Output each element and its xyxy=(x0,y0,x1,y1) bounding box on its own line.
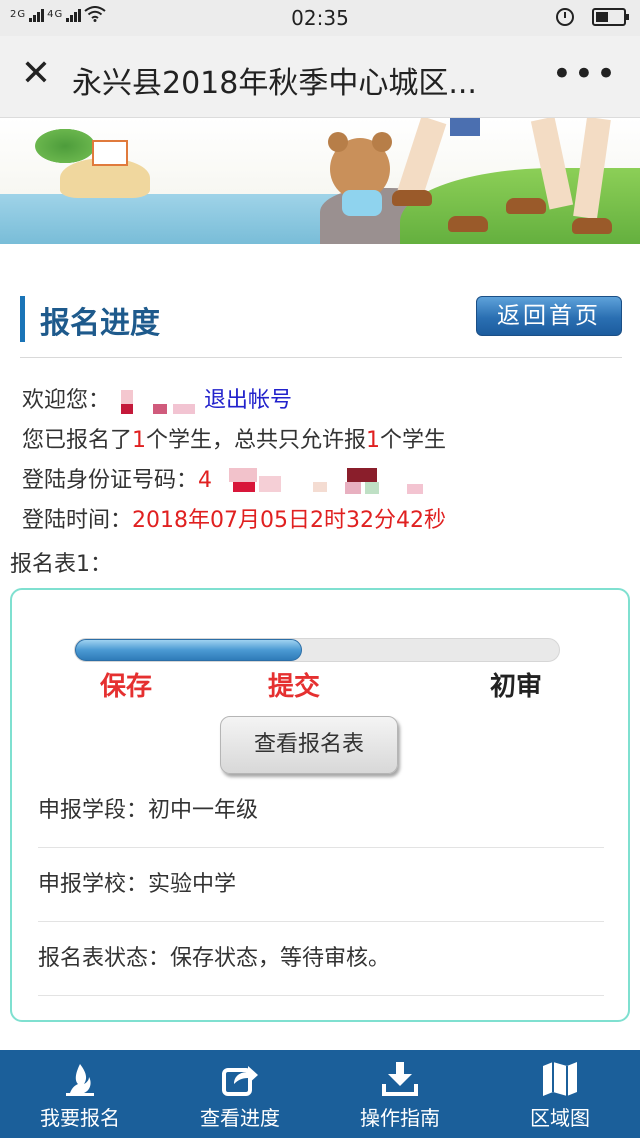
grade-value: 初中一年级 xyxy=(148,798,259,823)
banner-shorts xyxy=(450,118,480,136)
registration-count-line: 您已报名了1个学生，总共只允许报1个学生 xyxy=(22,422,446,454)
step-initial-review: 初审 xyxy=(490,672,543,702)
nav-progress-label: 查看进度 xyxy=(200,1106,280,1130)
share-icon xyxy=(222,1066,258,1096)
grade-label: 申报学段： xyxy=(38,798,149,823)
redacted-username xyxy=(117,390,197,414)
header-banner-image xyxy=(0,118,640,244)
login-time-label: 登陆时间： xyxy=(22,508,133,533)
form-label: 报名表1： xyxy=(10,552,112,577)
more-options-button[interactable]: ••• xyxy=(552,54,618,94)
step-save: 保存 xyxy=(100,672,153,702)
welcome-label: 欢迎您： xyxy=(22,388,111,413)
nav-guide[interactable]: 操作指南 xyxy=(320,1050,480,1138)
registration-form-card: 保存 提交 初审 查看报名表 申报学段：初中一年级 申报学校：实验中学 报名表状… xyxy=(10,588,630,1022)
school-value: 实验中学 xyxy=(148,872,237,897)
status-bar: 2G 4G 02:35 xyxy=(0,0,640,36)
id-label: 登陆身份证号码： xyxy=(22,468,199,493)
banner-shoe xyxy=(448,216,488,232)
banner-shoe xyxy=(392,190,432,206)
map-icon xyxy=(543,1062,577,1096)
registered-count: 1 xyxy=(132,428,147,453)
view-form-button[interactable]: 查看报名表 xyxy=(220,716,398,774)
banner-shoe xyxy=(506,198,546,214)
section-header: 报名进度 返回首页 xyxy=(20,292,622,358)
login-time-line: 登陆时间：2018年07月05日2时32分42秒 xyxy=(22,502,446,534)
redacted-id-number xyxy=(219,468,449,494)
school-label: 申报学校： xyxy=(38,872,149,897)
nav-register-label: 我要报名 xyxy=(40,1106,120,1130)
nav-register[interactable]: 我要报名 xyxy=(0,1050,160,1138)
count-suffix: 个学生 xyxy=(380,428,447,453)
logout-link[interactable]: 退出帐号 xyxy=(204,388,292,413)
section-accent-bar xyxy=(20,296,25,342)
nav-map[interactable]: 区域图 xyxy=(480,1050,640,1138)
allowed-count: 1 xyxy=(366,428,381,453)
status-right-icons xyxy=(556,8,629,26)
step-submit: 提交 xyxy=(268,672,321,702)
id-visible-prefix: 4 xyxy=(198,468,213,493)
banner-hut xyxy=(92,140,128,166)
page-title: 永兴县2018年秋季中心城区... xyxy=(72,66,477,101)
form-row-grade: 申报学段：初中一年级 xyxy=(38,774,604,848)
section-title: 报名进度 xyxy=(40,306,160,341)
battery-icon xyxy=(592,8,629,26)
download-icon xyxy=(382,1062,418,1096)
progress-bar xyxy=(74,638,560,662)
bottom-navigation: 我要报名 查看进度 操作指南 区域图 xyxy=(0,1050,640,1138)
return-home-button[interactable]: 返回首页 xyxy=(476,296,622,336)
alarm-icon xyxy=(556,8,574,26)
form-row-status: 报名表状态：保存状态，等待审核。 xyxy=(38,922,604,996)
id-number-line: 登陆身份证号码：4 xyxy=(22,462,449,494)
count-prefix: 您已报名了 xyxy=(22,428,133,453)
close-button[interactable]: ✕ xyxy=(18,56,54,92)
banner-shoe xyxy=(572,218,612,234)
nav-map-label: 区域图 xyxy=(530,1106,590,1130)
login-time-value: 2018年07月05日2时32分42秒 xyxy=(132,508,446,533)
banner-bear-shirt xyxy=(342,190,382,216)
nav-progress[interactable]: 查看进度 xyxy=(160,1050,320,1138)
clock: 02:35 xyxy=(291,6,349,30)
nav-guide-label: 操作指南 xyxy=(360,1106,440,1130)
title-bar: ✕ 永兴县2018年秋季中心城区... ••• xyxy=(0,36,640,118)
status-label: 报名表状态： xyxy=(38,946,171,971)
flame-icon xyxy=(66,1064,94,1096)
welcome-line: 欢迎您： 退出帐号 xyxy=(22,382,292,414)
status-value: 保存状态，等待审核。 xyxy=(170,946,391,971)
form-row-school: 申报学校：实验中学 xyxy=(38,848,604,922)
count-middle: 个学生，总共只允许报 xyxy=(146,428,367,453)
progress-bar-fill xyxy=(75,639,303,661)
